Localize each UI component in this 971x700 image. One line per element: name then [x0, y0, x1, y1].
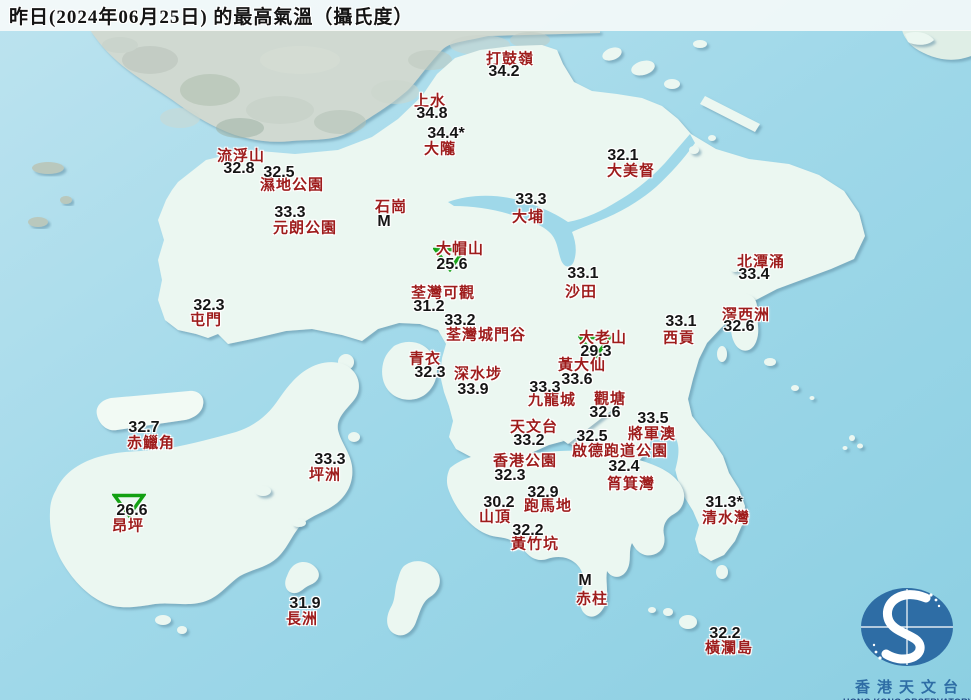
station-value: 33.5 — [637, 410, 668, 428]
page-title: 昨日(2024年06月25日) 的最高氣溫（攝氏度） — [9, 2, 413, 29]
soko-islands — [155, 615, 171, 625]
station-value: 32.7 — [128, 419, 159, 437]
station-value: 32.5 — [576, 428, 607, 446]
station-value: 31.3* — [705, 494, 742, 512]
station-value: 32.5 — [263, 164, 294, 182]
hko-max-temp-map-page: 昨日(2024年06月25日) 的最高氣溫（攝氏度） 打鼓嶺34.2上水34.8… — [0, 0, 971, 700]
station-value: 30.2 — [483, 494, 514, 512]
station-value: 33.2 — [513, 432, 544, 450]
station-value: M — [377, 213, 390, 231]
peng-chau-island — [348, 432, 360, 442]
station-value: 32.3 — [193, 297, 224, 315]
hei-ling-chau-island — [255, 486, 271, 496]
station-value: 33.3 — [515, 191, 546, 209]
station-value: 33.1 — [567, 265, 598, 283]
station-value: 33.1 — [665, 313, 696, 331]
po-toi-island — [679, 615, 697, 629]
ninepin-islands — [849, 435, 855, 441]
station-value: 32.3 — [414, 364, 445, 382]
station-value: 31.2 — [413, 298, 444, 316]
title-bar: 昨日(2024年06月25日) 的最高氣溫（攝氏度） — [0, 0, 971, 31]
station-value: 33.4 — [738, 266, 769, 284]
tap-mun-island — [689, 146, 699, 154]
shek-kwu-chau-island — [292, 519, 306, 527]
station-value: 34.8 — [416, 105, 447, 123]
station-value: 33.9 — [457, 381, 488, 399]
station-value: 29.3 — [580, 343, 611, 361]
station-value: 34.4* — [427, 125, 464, 143]
station-value: 32.2 — [709, 625, 740, 643]
station-value: 25.6 — [436, 256, 467, 274]
station-value: 32.1 — [607, 147, 638, 165]
station-value: 33.3 — [314, 451, 345, 469]
station-value: 32.6 — [723, 318, 754, 336]
station-value: 33.3 — [274, 204, 305, 222]
station-value: 26.6 — [116, 502, 147, 520]
sharp-island — [717, 346, 727, 362]
station-value: 32.9 — [527, 484, 558, 502]
station-name: 赤柱 — [576, 588, 608, 609]
station-value: 31.9 — [289, 595, 320, 613]
station-value: 32.8 — [223, 160, 254, 178]
hko-logo: 香港天文台 HONG KONG OBSERVATORY — [843, 584, 971, 700]
station-value: 32.6 — [589, 404, 620, 422]
station-value: 33.6 — [561, 371, 592, 389]
hong-kong-map — [0, 0, 971, 700]
station-value: 32.2 — [512, 522, 543, 540]
station-value: 34.2 — [488, 63, 519, 81]
station-value: 32.4 — [608, 458, 639, 476]
station-value: 32.3 — [494, 467, 525, 485]
hko-logo-icon — [851, 584, 963, 670]
station-name: 沙田 — [565, 281, 597, 302]
hko-logo-name-zh: 香港天文台 — [849, 676, 971, 697]
station-value: 33.3 — [529, 379, 560, 397]
station-value: M — [578, 572, 591, 590]
tung-lung-chau-island — [716, 565, 728, 579]
station-value: 33.2 — [444, 312, 475, 330]
